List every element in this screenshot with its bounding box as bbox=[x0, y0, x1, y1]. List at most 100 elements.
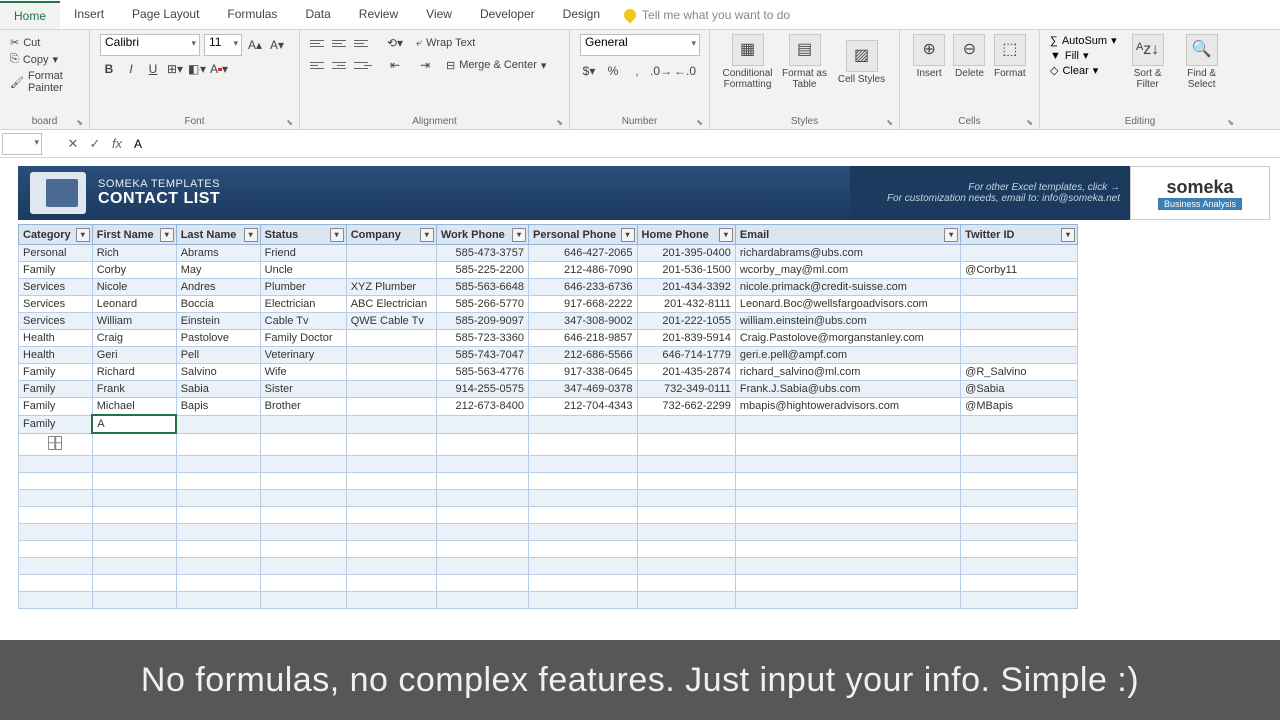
cell[interactable]: richard_salvino@ml.com bbox=[735, 364, 960, 381]
cell[interactable] bbox=[637, 574, 735, 591]
cell[interactable]: 201-222-1055 bbox=[637, 313, 735, 330]
comma-icon[interactable]: , bbox=[628, 62, 646, 80]
cell[interactable] bbox=[436, 540, 528, 557]
cell-styles-button[interactable]: ▨Cell Styles bbox=[834, 34, 889, 90]
cell[interactable] bbox=[735, 489, 960, 506]
filter-dropdown-icon[interactable]: ▾ bbox=[512, 228, 526, 242]
cell[interactable]: nicole.primack@credit-suisse.com bbox=[735, 279, 960, 296]
filter-dropdown-icon[interactable]: ▾ bbox=[420, 228, 434, 242]
cell[interactable] bbox=[961, 489, 1078, 506]
cell[interactable] bbox=[735, 540, 960, 557]
format-cells-button[interactable]: ⬚Format bbox=[991, 34, 1029, 79]
cell[interactable] bbox=[346, 506, 436, 523]
filter-dropdown-icon[interactable]: ▾ bbox=[160, 228, 174, 242]
cell[interactable]: Family bbox=[19, 398, 93, 416]
cell[interactable]: Family bbox=[19, 262, 93, 279]
fill-button[interactable]: ▼ Fill ▾ bbox=[1050, 49, 1117, 62]
cell[interactable] bbox=[19, 540, 93, 557]
cell[interactable] bbox=[436, 433, 528, 455]
decrease-font-icon[interactable]: A▾ bbox=[268, 36, 286, 54]
filter-dropdown-icon[interactable]: ▾ bbox=[76, 228, 90, 242]
cell[interactable]: Boccia bbox=[176, 296, 260, 313]
cell[interactable] bbox=[436, 489, 528, 506]
cell[interactable]: Frank bbox=[92, 381, 176, 398]
cell[interactable]: 646-218-9857 bbox=[528, 330, 637, 347]
cell[interactable] bbox=[176, 433, 260, 455]
cell[interactable] bbox=[436, 415, 528, 433]
cell[interactable] bbox=[92, 523, 176, 540]
bold-button[interactable]: B bbox=[100, 60, 118, 78]
cell[interactable]: Leonard bbox=[92, 296, 176, 313]
cell[interactable]: Leonard.Boc@wellsfargoadvisors.com bbox=[735, 296, 960, 313]
tab-home[interactable]: Home bbox=[0, 1, 60, 29]
cell[interactable] bbox=[260, 433, 346, 455]
cell[interactable]: Friend bbox=[260, 245, 346, 262]
cell[interactable] bbox=[436, 506, 528, 523]
percent-icon[interactable]: % bbox=[604, 62, 622, 80]
cell[interactable] bbox=[961, 313, 1078, 330]
cell[interactable] bbox=[176, 574, 260, 591]
cell[interactable]: Family bbox=[19, 364, 93, 381]
cell[interactable]: A bbox=[92, 415, 176, 433]
cell[interactable]: Michael bbox=[92, 398, 176, 416]
formula-input[interactable]: A bbox=[128, 137, 1280, 151]
cell[interactable] bbox=[346, 381, 436, 398]
cell[interactable] bbox=[961, 506, 1078, 523]
cell[interactable] bbox=[528, 557, 637, 574]
tab-developer[interactable]: Developer bbox=[466, 1, 549, 29]
increase-indent-icon[interactable]: ⇥ bbox=[416, 56, 434, 74]
cell[interactable] bbox=[735, 557, 960, 574]
cell[interactable] bbox=[436, 574, 528, 591]
cell[interactable] bbox=[637, 455, 735, 472]
number-format-select[interactable]: General bbox=[580, 34, 700, 56]
tab-page-layout[interactable]: Page Layout bbox=[118, 1, 213, 29]
cell[interactable] bbox=[637, 489, 735, 506]
name-box[interactable] bbox=[2, 133, 42, 155]
cell[interactable]: 201-395-0400 bbox=[637, 245, 735, 262]
align-bottom-icon[interactable] bbox=[354, 36, 372, 50]
cell[interactable]: 914-255-0575 bbox=[436, 381, 528, 398]
cell[interactable]: Services bbox=[19, 296, 93, 313]
orientation-icon[interactable]: ⟲▾ bbox=[386, 34, 404, 52]
cell[interactable] bbox=[92, 540, 176, 557]
cell[interactable] bbox=[961, 347, 1078, 364]
cell[interactable] bbox=[19, 472, 93, 489]
column-header[interactable]: Work Phone▾ bbox=[436, 225, 528, 245]
cell[interactable]: William bbox=[92, 313, 176, 330]
cell[interactable]: Brother bbox=[260, 398, 346, 416]
cell[interactable] bbox=[961, 540, 1078, 557]
cell[interactable]: Services bbox=[19, 313, 93, 330]
font-size-select[interactable]: 11 bbox=[204, 34, 242, 56]
cell[interactable]: Wife bbox=[260, 364, 346, 381]
cell[interactable] bbox=[346, 347, 436, 364]
find-select-button[interactable]: 🔍Find & Select bbox=[1179, 34, 1225, 90]
cell[interactable]: richardabrams@ubs.com bbox=[735, 245, 960, 262]
cell[interactable]: 646-233-6736 bbox=[528, 279, 637, 296]
cell[interactable] bbox=[260, 540, 346, 557]
cell[interactable]: @Sabia bbox=[961, 381, 1078, 398]
cell[interactable] bbox=[92, 557, 176, 574]
cell[interactable] bbox=[436, 455, 528, 472]
cell[interactable]: Family bbox=[19, 415, 93, 433]
cell[interactable] bbox=[92, 489, 176, 506]
cell[interactable]: william.einstein@ubs.com bbox=[735, 313, 960, 330]
cell[interactable]: Craig bbox=[92, 330, 176, 347]
column-header[interactable]: First Name▾ bbox=[92, 225, 176, 245]
cell[interactable] bbox=[528, 433, 637, 455]
cell[interactable] bbox=[260, 489, 346, 506]
cell[interactable] bbox=[528, 415, 637, 433]
filter-dropdown-icon[interactable]: ▾ bbox=[244, 228, 258, 242]
cell[interactable] bbox=[260, 574, 346, 591]
font-color-button[interactable]: A▾ bbox=[210, 60, 228, 78]
format-as-table-button[interactable]: ▤Format as Table bbox=[777, 34, 832, 90]
cell[interactable]: 201-839-5914 bbox=[637, 330, 735, 347]
cell[interactable]: QWE Cable Tv bbox=[346, 313, 436, 330]
cell[interactable] bbox=[436, 557, 528, 574]
column-header[interactable]: Home Phone▾ bbox=[637, 225, 735, 245]
cell[interactable] bbox=[961, 433, 1078, 455]
cell[interactable]: 347-308-9002 bbox=[528, 313, 637, 330]
cell[interactable] bbox=[346, 330, 436, 347]
cell[interactable] bbox=[637, 415, 735, 433]
cell[interactable] bbox=[735, 415, 960, 433]
cell[interactable] bbox=[637, 591, 735, 608]
